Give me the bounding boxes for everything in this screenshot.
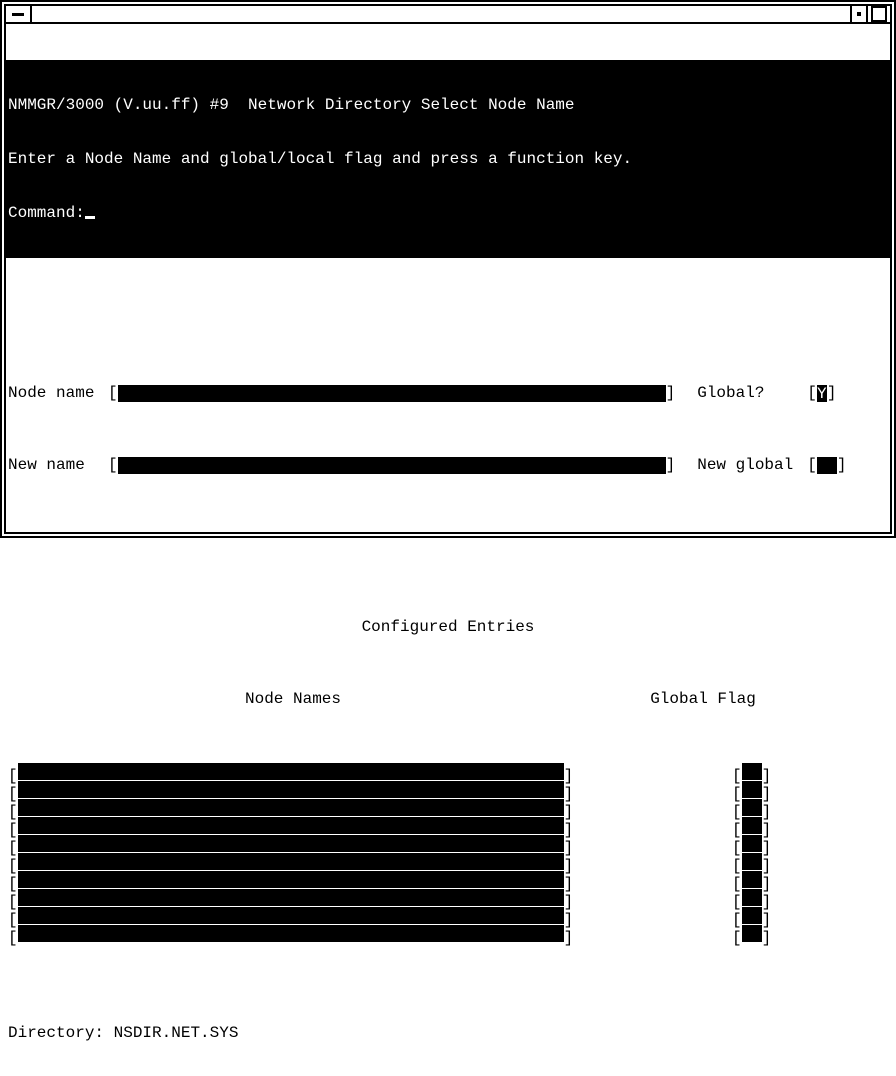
table-header: Node Names Global Flag bbox=[6, 690, 890, 708]
entry-global-flag[interactable] bbox=[742, 853, 762, 870]
entry-global-flag[interactable] bbox=[742, 925, 762, 942]
entry-global-flag[interactable] bbox=[742, 907, 762, 924]
new-name-row: New name [] New global [] bbox=[6, 456, 890, 474]
new-name-input[interactable] bbox=[118, 457, 666, 474]
entry-global-flag[interactable] bbox=[742, 871, 762, 888]
table-row: [][] bbox=[6, 906, 890, 924]
table-row: [][] bbox=[6, 852, 890, 870]
global-input[interactable]: Y bbox=[817, 385, 827, 402]
maximize-button[interactable] bbox=[868, 6, 890, 22]
entry-node-name[interactable] bbox=[18, 835, 564, 852]
node-name-input[interactable] bbox=[118, 385, 666, 402]
table-row: [][] bbox=[6, 834, 890, 852]
entry-global-flag[interactable] bbox=[742, 781, 762, 798]
table-row: [][] bbox=[6, 762, 890, 780]
entry-node-name[interactable] bbox=[18, 853, 564, 870]
entry-node-name[interactable] bbox=[18, 889, 564, 906]
header-instruction: Enter a Node Name and global/local flag … bbox=[8, 150, 888, 168]
system-menu-icon[interactable] bbox=[6, 6, 32, 22]
directory-label: Directory: bbox=[8, 1024, 114, 1042]
entry-global-flag[interactable] bbox=[742, 799, 762, 816]
directory-line: Directory: NSDIR.NET.SYS bbox=[6, 1024, 890, 1042]
directory-value: NSDIR.NET.SYS bbox=[114, 1024, 239, 1042]
entry-node-name[interactable] bbox=[18, 763, 564, 780]
entry-node-name[interactable] bbox=[18, 907, 564, 924]
window-outer-frame: NMMGR/3000 (V.uu.ff) #9 Network Director… bbox=[0, 0, 896, 538]
entry-node-name[interactable] bbox=[18, 871, 564, 888]
new-global-input[interactable] bbox=[817, 457, 837, 474]
table-row: [][] bbox=[6, 798, 890, 816]
table-row: [][] bbox=[6, 816, 890, 834]
entry-node-name[interactable] bbox=[18, 925, 564, 942]
new-name-label: New name bbox=[8, 456, 108, 474]
column-header-node-names: Node Names bbox=[8, 690, 578, 708]
entry-node-name[interactable] bbox=[18, 817, 564, 834]
new-global-label: New global bbox=[697, 456, 807, 474]
entry-global-flag[interactable] bbox=[742, 817, 762, 834]
command-line[interactable]: Command: bbox=[8, 204, 888, 222]
configured-entries-title: Configured Entries bbox=[6, 618, 890, 636]
minimize-button[interactable] bbox=[850, 6, 868, 22]
column-header-global-flag: Global Flag bbox=[578, 690, 828, 708]
cursor-icon bbox=[85, 216, 95, 219]
node-name-row: Node name [] Global? [Y] bbox=[6, 384, 890, 402]
command-label: Command: bbox=[8, 204, 85, 222]
table-row: [][] bbox=[6, 924, 890, 942]
node-name-label: Node name bbox=[8, 384, 108, 402]
entry-node-name[interactable] bbox=[18, 799, 564, 816]
entry-global-flag[interactable] bbox=[742, 889, 762, 906]
window-inner-frame: NMMGR/3000 (V.uu.ff) #9 Network Director… bbox=[4, 4, 892, 534]
table-row: [][] bbox=[6, 888, 890, 906]
screen-header: NMMGR/3000 (V.uu.ff) #9 Network Director… bbox=[6, 60, 890, 258]
table-row: [][] bbox=[6, 870, 890, 888]
title-bar-drag[interactable] bbox=[32, 6, 850, 22]
entry-global-flag[interactable] bbox=[742, 835, 762, 852]
global-label: Global? bbox=[697, 384, 807, 402]
entry-global-flag[interactable] bbox=[742, 763, 762, 780]
entry-node-name[interactable] bbox=[18, 781, 564, 798]
window-title-bar bbox=[6, 6, 890, 24]
table-row: [][] bbox=[6, 780, 890, 798]
entries-table: [][][][][][][][][][][][][][][][][][][][] bbox=[6, 762, 890, 942]
header-title: NMMGR/3000 (V.uu.ff) #9 Network Director… bbox=[8, 96, 888, 114]
screen-content: NMMGR/3000 (V.uu.ff) #9 Network Director… bbox=[6, 24, 890, 1076]
